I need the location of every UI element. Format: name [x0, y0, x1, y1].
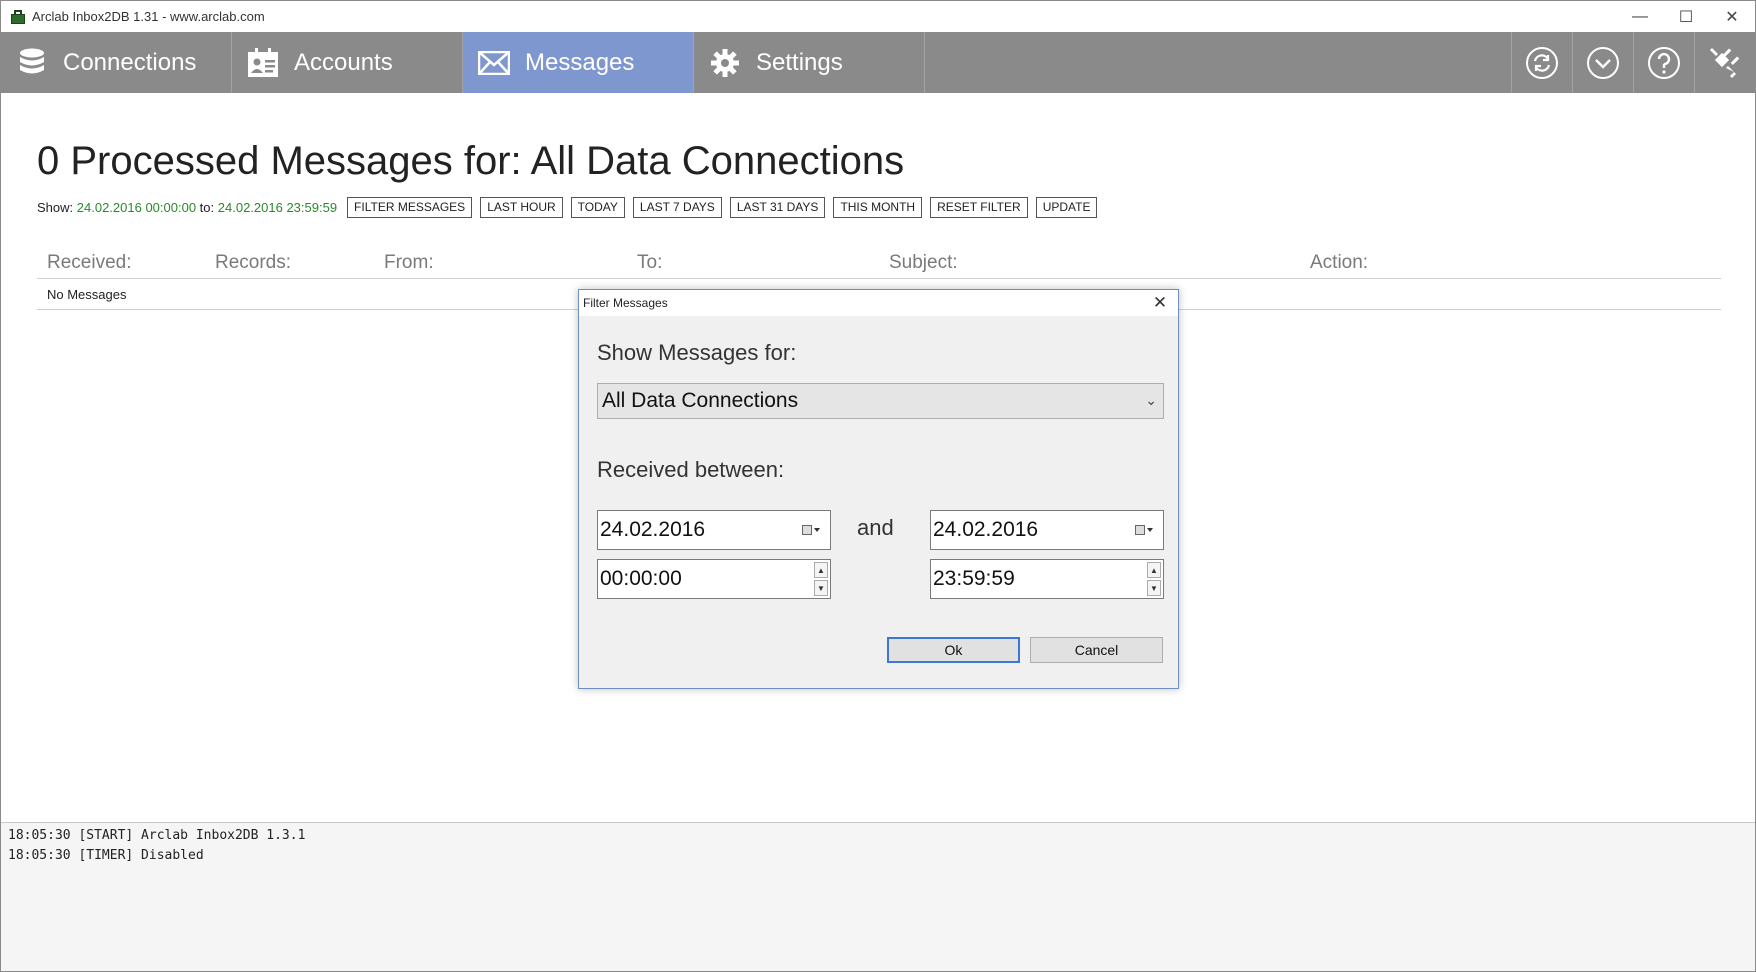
column-from[interactable]: From: — [384, 252, 434, 274]
envelope-icon — [477, 46, 511, 80]
tab-label: Accounts — [294, 48, 393, 76]
close-button[interactable]: ✕ — [1709, 1, 1755, 32]
end-date-value: 24.02.2016 — [933, 518, 1039, 541]
log-panel[interactable]: 18:05:30 [START] Arclab Inbox2DB 1.3.1 1… — [1, 822, 1755, 971]
last-hour-button[interactable]: LAST HOUR — [480, 196, 563, 218]
page-title: 0 Processed Messages for: All Data Conne… — [37, 139, 905, 183]
database-icon — [15, 46, 49, 80]
start-time-field[interactable]: 00:00:00 ▲ ▼ — [597, 559, 831, 599]
cancel-button[interactable]: Cancel — [1030, 637, 1163, 663]
sync-icon[interactable] — [1511, 32, 1572, 93]
end-date-picker[interactable]: 24.02.2016 — [930, 510, 1164, 550]
tab-accounts[interactable]: Accounts — [232, 32, 463, 93]
filter-messages-button[interactable]: FILTER MESSAGES — [347, 196, 473, 218]
reset-filter-button[interactable]: RESET FILTER — [930, 196, 1028, 218]
start-date-picker[interactable]: 24.02.2016 — [597, 510, 831, 550]
plugin-icon[interactable] — [1694, 32, 1755, 93]
start-time-value: 00:00:00 — [600, 567, 682, 590]
update-button[interactable]: UPDATE — [1035, 196, 1098, 218]
calendar-dropdown-icon[interactable] — [1135, 523, 1157, 537]
dialog-title-bar: Filter Messages ✕ — [579, 290, 1178, 316]
spin-down-icon[interactable]: ▼ — [814, 580, 828, 596]
column-received[interactable]: Received: — [47, 252, 132, 274]
gear-icon — [708, 46, 742, 80]
connection-select[interactable]: All Data Connections ⌄ — [597, 383, 1164, 419]
spin-up-icon[interactable]: ▲ — [1147, 562, 1161, 578]
tab-label: Connections — [63, 48, 197, 76]
ok-button[interactable]: Ok — [887, 637, 1020, 663]
start-date-value: 24.02.2016 — [600, 518, 706, 541]
end-time-value: 23:59:59 — [933, 567, 1015, 590]
last-31-days-button[interactable]: LAST 31 DAYS — [729, 196, 826, 218]
this-month-button[interactable]: THIS MONTH — [833, 196, 923, 218]
column-subject[interactable]: Subject: — [889, 252, 958, 274]
calendar-dropdown-icon[interactable] — [802, 523, 824, 537]
title-bar: Arclab Inbox2DB 1.31 - www.arclab.com — … — [1, 1, 1755, 32]
column-to[interactable]: To: — [637, 252, 662, 274]
tab-messages[interactable]: Messages — [463, 32, 694, 93]
main-nav: Connections Accounts Messages Settings — [1, 32, 1755, 93]
app-window: Arclab Inbox2DB 1.31 - www.arclab.com — … — [0, 0, 1756, 972]
chevron-down-icon: ⌄ — [1145, 392, 1157, 408]
window-controls: — ☐ ✕ — [1617, 1, 1755, 32]
minimize-button[interactable]: — — [1617, 1, 1663, 32]
tab-settings[interactable]: Settings — [694, 32, 925, 93]
messages-table: Received: Records: From: To: Subject: Ac… — [37, 247, 1721, 310]
maximize-button[interactable]: ☐ — [1663, 1, 1709, 32]
log-line: 18:05:30 [TIMER] Disabled — [8, 848, 204, 863]
dialog-close-button[interactable]: ✕ — [1150, 293, 1170, 313]
help-icon[interactable] — [1633, 32, 1694, 93]
filter-messages-dialog: Filter Messages ✕ Show Messages for: All… — [578, 289, 1179, 689]
time-spinner: ▲ ▼ — [814, 561, 828, 597]
table-header: Received: Records: From: To: Subject: Ac… — [37, 247, 1721, 279]
last-7-days-button[interactable]: LAST 7 DAYS — [632, 196, 722, 218]
to-datetime: 24.02.2016 23:59:59 — [217, 199, 338, 215]
connection-selected-value: All Data Connections — [602, 389, 799, 412]
end-time-field[interactable]: 23:59:59 ▲ ▼ — [930, 559, 1164, 599]
app-logo-icon — [11, 9, 25, 24]
show-label: Show: — [37, 199, 74, 215]
spin-down-icon[interactable]: ▼ — [1147, 580, 1161, 596]
spin-up-icon[interactable]: ▲ — [814, 562, 828, 578]
time-spinner: ▲ ▼ — [1147, 561, 1161, 597]
close-icon: ✕ — [1152, 293, 1168, 312]
timer-icon[interactable] — [1572, 32, 1633, 93]
and-label: and — [857, 515, 894, 540]
tab-label: Settings — [756, 48, 843, 76]
empty-message: No Messages — [47, 287, 127, 302]
tab-connections[interactable]: Connections — [1, 32, 232, 93]
to-label: to: — [199, 199, 215, 215]
from-datetime: 24.02.2016 00:00:00 — [76, 199, 197, 215]
show-messages-for-label: Show Messages for: — [597, 340, 797, 365]
column-action[interactable]: Action: — [1310, 252, 1368, 274]
window-title: Arclab Inbox2DB 1.31 - www.arclab.com — [32, 9, 265, 24]
nav-actions — [1511, 32, 1755, 93]
tab-label: Messages — [525, 48, 635, 76]
filter-row: Show: 24.02.2016 00:00:00 to: 24.02.2016… — [37, 196, 1098, 218]
received-between-label: Received between: — [597, 457, 785, 482]
dialog-title: Filter Messages — [583, 296, 668, 310]
column-records[interactable]: Records: — [215, 252, 291, 274]
today-button[interactable]: TODAY — [570, 196, 625, 218]
accounts-card-icon — [246, 46, 280, 80]
log-line: 18:05:30 [START] Arclab Inbox2DB 1.3.1 — [8, 828, 306, 843]
